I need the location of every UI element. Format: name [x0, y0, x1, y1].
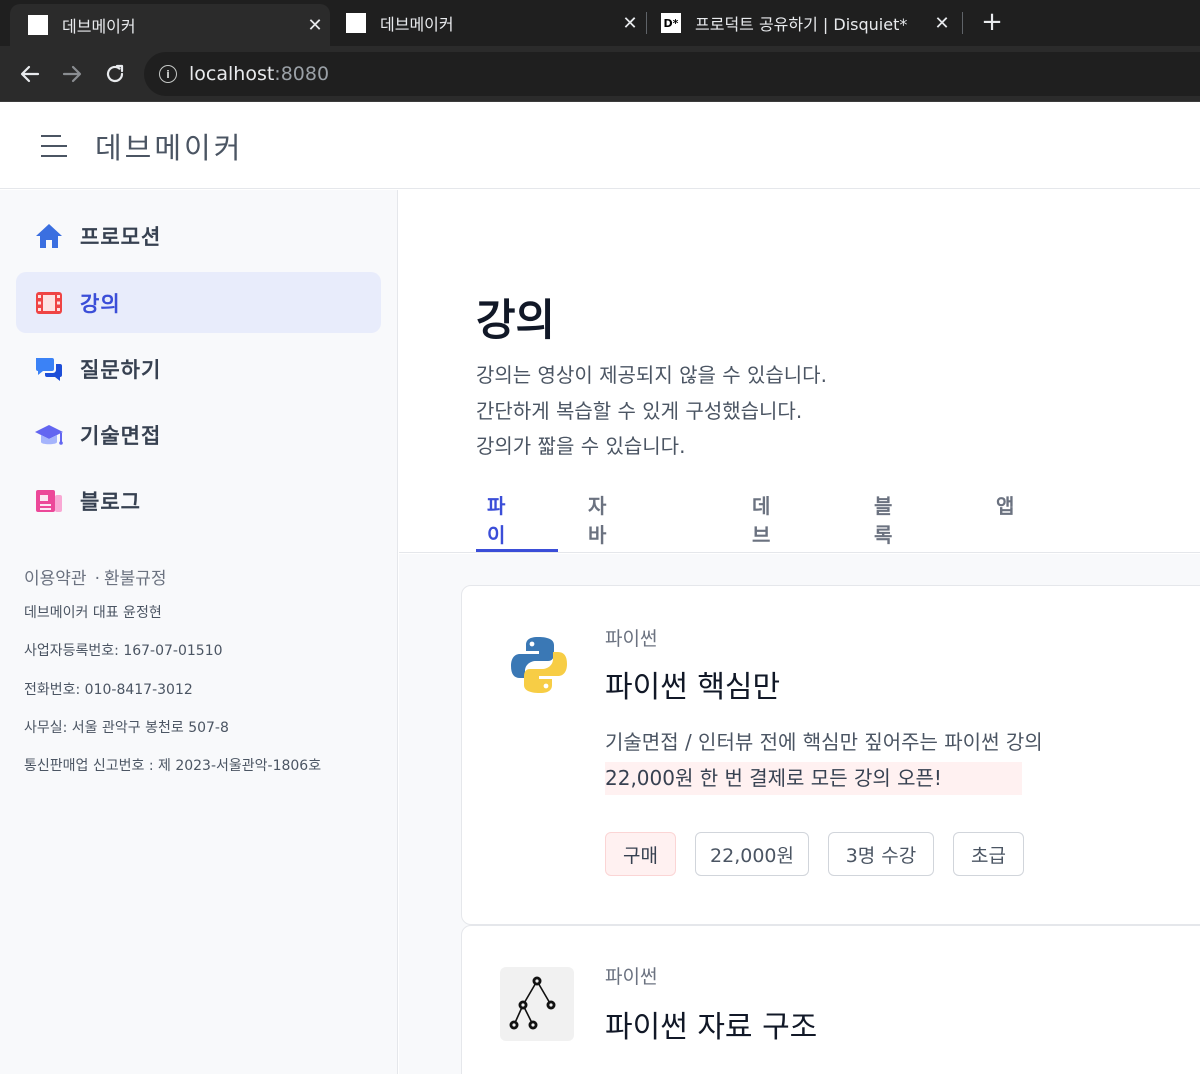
browser-tab-3[interactable]: D* 프로덕트 공유하기 | Disquiet* ✕	[643, 0, 957, 46]
course-category: 파이썬	[605, 966, 658, 988]
sidebar-item-label: 강의	[80, 291, 121, 316]
graduation-cap-icon	[34, 420, 64, 450]
home-icon	[34, 221, 64, 251]
course-card[interactable]: 파이썬 파이썬 자료 구조	[461, 925, 1200, 1074]
chat-icon	[34, 354, 64, 384]
course-title[interactable]: 파이썬 자료 구조	[605, 1002, 817, 1046]
footer-owner: 데브메이커 대표 윤정현	[24, 605, 162, 621]
favicon-icon	[28, 15, 48, 35]
tab-app[interactable]: 앱	[996, 490, 1015, 519]
tab-title: 데브메이커	[62, 17, 136, 36]
browser-tab-bar: 데브메이커 ✕ 데브메이커 ✕ D* 프로덕트 공유하기 | Disquiet*…	[0, 0, 1200, 46]
footer-links: 이용약관 · 환불규정	[24, 564, 167, 589]
browser-toolbar: i localhost :8080	[0, 46, 1200, 102]
sidebar-item-blog[interactable]: 블로그	[16, 470, 381, 531]
course-card[interactable]: 파이썬 파이썬 핵심만 기술면접 / 인터뷰 전에 핵심만 짚어주는 파이썬 강…	[461, 585, 1200, 925]
active-tab-indicator	[476, 549, 558, 552]
course-category: 파이썬	[605, 628, 658, 650]
course-title[interactable]: 파이썬 핵심만	[605, 662, 780, 706]
reload-icon[interactable]	[100, 59, 130, 89]
disquiet-favicon-icon: D*	[661, 13, 681, 33]
sidebar-item-questions[interactable]: 질문하기	[16, 338, 381, 399]
site-info-icon[interactable]: i	[159, 65, 177, 83]
sidebar-item-label: 질문하기	[80, 357, 162, 382]
course-list: 파이썬 파이썬 핵심만 기술면접 / 인터뷰 전에 핵심만 짚어주는 파이썬 강…	[399, 554, 1200, 1074]
film-icon	[34, 288, 64, 318]
price-highlight: 22,000원 한 번 결제로 모든 강의 오픈!	[605, 762, 1022, 795]
price-badge: 22,000원	[695, 832, 809, 876]
tab-separator	[962, 12, 963, 34]
sidebar-item-promotion[interactable]: 프로모션	[16, 205, 381, 266]
students-badge: 3명 수강	[828, 832, 934, 876]
footer-mail-order-number: 통신판매업 신고번호 : 제 2023-서울관악-1806호	[24, 758, 322, 774]
browser-tab-1[interactable]: 데브메이커 ✕	[10, 4, 330, 46]
python-logo-icon	[502, 628, 576, 702]
sidebar-item-label: 프로모션	[80, 224, 162, 249]
blog-icon	[34, 486, 64, 516]
address-bar[interactable]: i localhost :8080	[144, 52, 1200, 96]
forward-icon[interactable]	[57, 59, 87, 89]
course-description: 기술면접 / 인터뷰 전에 핵심만 짚어주는 파이썬 강의	[605, 730, 1043, 754]
footer-business-number: 사업자등록번호: 167-07-01510	[24, 643, 223, 659]
close-icon[interactable]: ✕	[927, 13, 957, 34]
footer-office: 사무실: 서울 관악구 봉천로 507-8	[24, 720, 229, 736]
description-line: 간단하게 복습할 수 있게 구성했습니다.	[476, 399, 803, 423]
tree-diagram-icon	[500, 967, 574, 1041]
footer-dot: ·	[94, 569, 100, 589]
tab-title: 프로덕트 공유하기 | Disquiet*	[695, 15, 908, 34]
close-icon[interactable]: ✕	[300, 15, 330, 36]
close-icon[interactable]: ✕	[615, 13, 645, 34]
sidebar-item-interview[interactable]: 기술면접	[16, 404, 381, 465]
terms-link[interactable]: 이용약관	[24, 569, 87, 589]
url-host: localhost	[189, 63, 275, 85]
footer-phone: 전화번호: 010-8417-3012	[24, 682, 193, 698]
page-title: 강의	[476, 296, 556, 346]
browser-tab-2[interactable]: 데브메이커 ✕	[328, 0, 645, 46]
back-icon[interactable]	[15, 59, 45, 89]
main-header: 강의 강의는 영상이 제공되지 않을 수 있습니다. 간단하게 복습할 수 있게…	[399, 190, 1200, 663]
brand-title[interactable]: 데브메이커	[95, 125, 243, 167]
buy-button[interactable]: 구매	[605, 832, 676, 876]
sidebar-item-label: 기술면접	[80, 423, 162, 448]
app-header: 데브메이커	[0, 103, 1200, 189]
sidebar-item-lectures[interactable]: 강의	[16, 272, 381, 333]
url-port: :8080	[274, 63, 330, 85]
description-line: 강의가 짧을 수 있습니다.	[476, 434, 686, 458]
refund-link[interactable]: 환불규정	[104, 569, 167, 589]
favicon-icon	[346, 13, 366, 33]
description-line: 강의는 영상이 제공되지 않을 수 있습니다.	[476, 363, 827, 387]
tab-title: 데브메이커	[380, 15, 454, 34]
level-badge: 초급	[953, 832, 1024, 876]
new-tab-icon[interactable]: +	[976, 6, 1008, 38]
sidebar-item-label: 블로그	[80, 489, 141, 514]
sidebar: 프로모션 강의 질문하기 기술면접 블로그 이용약관 · 환불규정 데브메이커 대표…	[0, 190, 398, 1074]
menu-icon[interactable]	[41, 134, 67, 157]
